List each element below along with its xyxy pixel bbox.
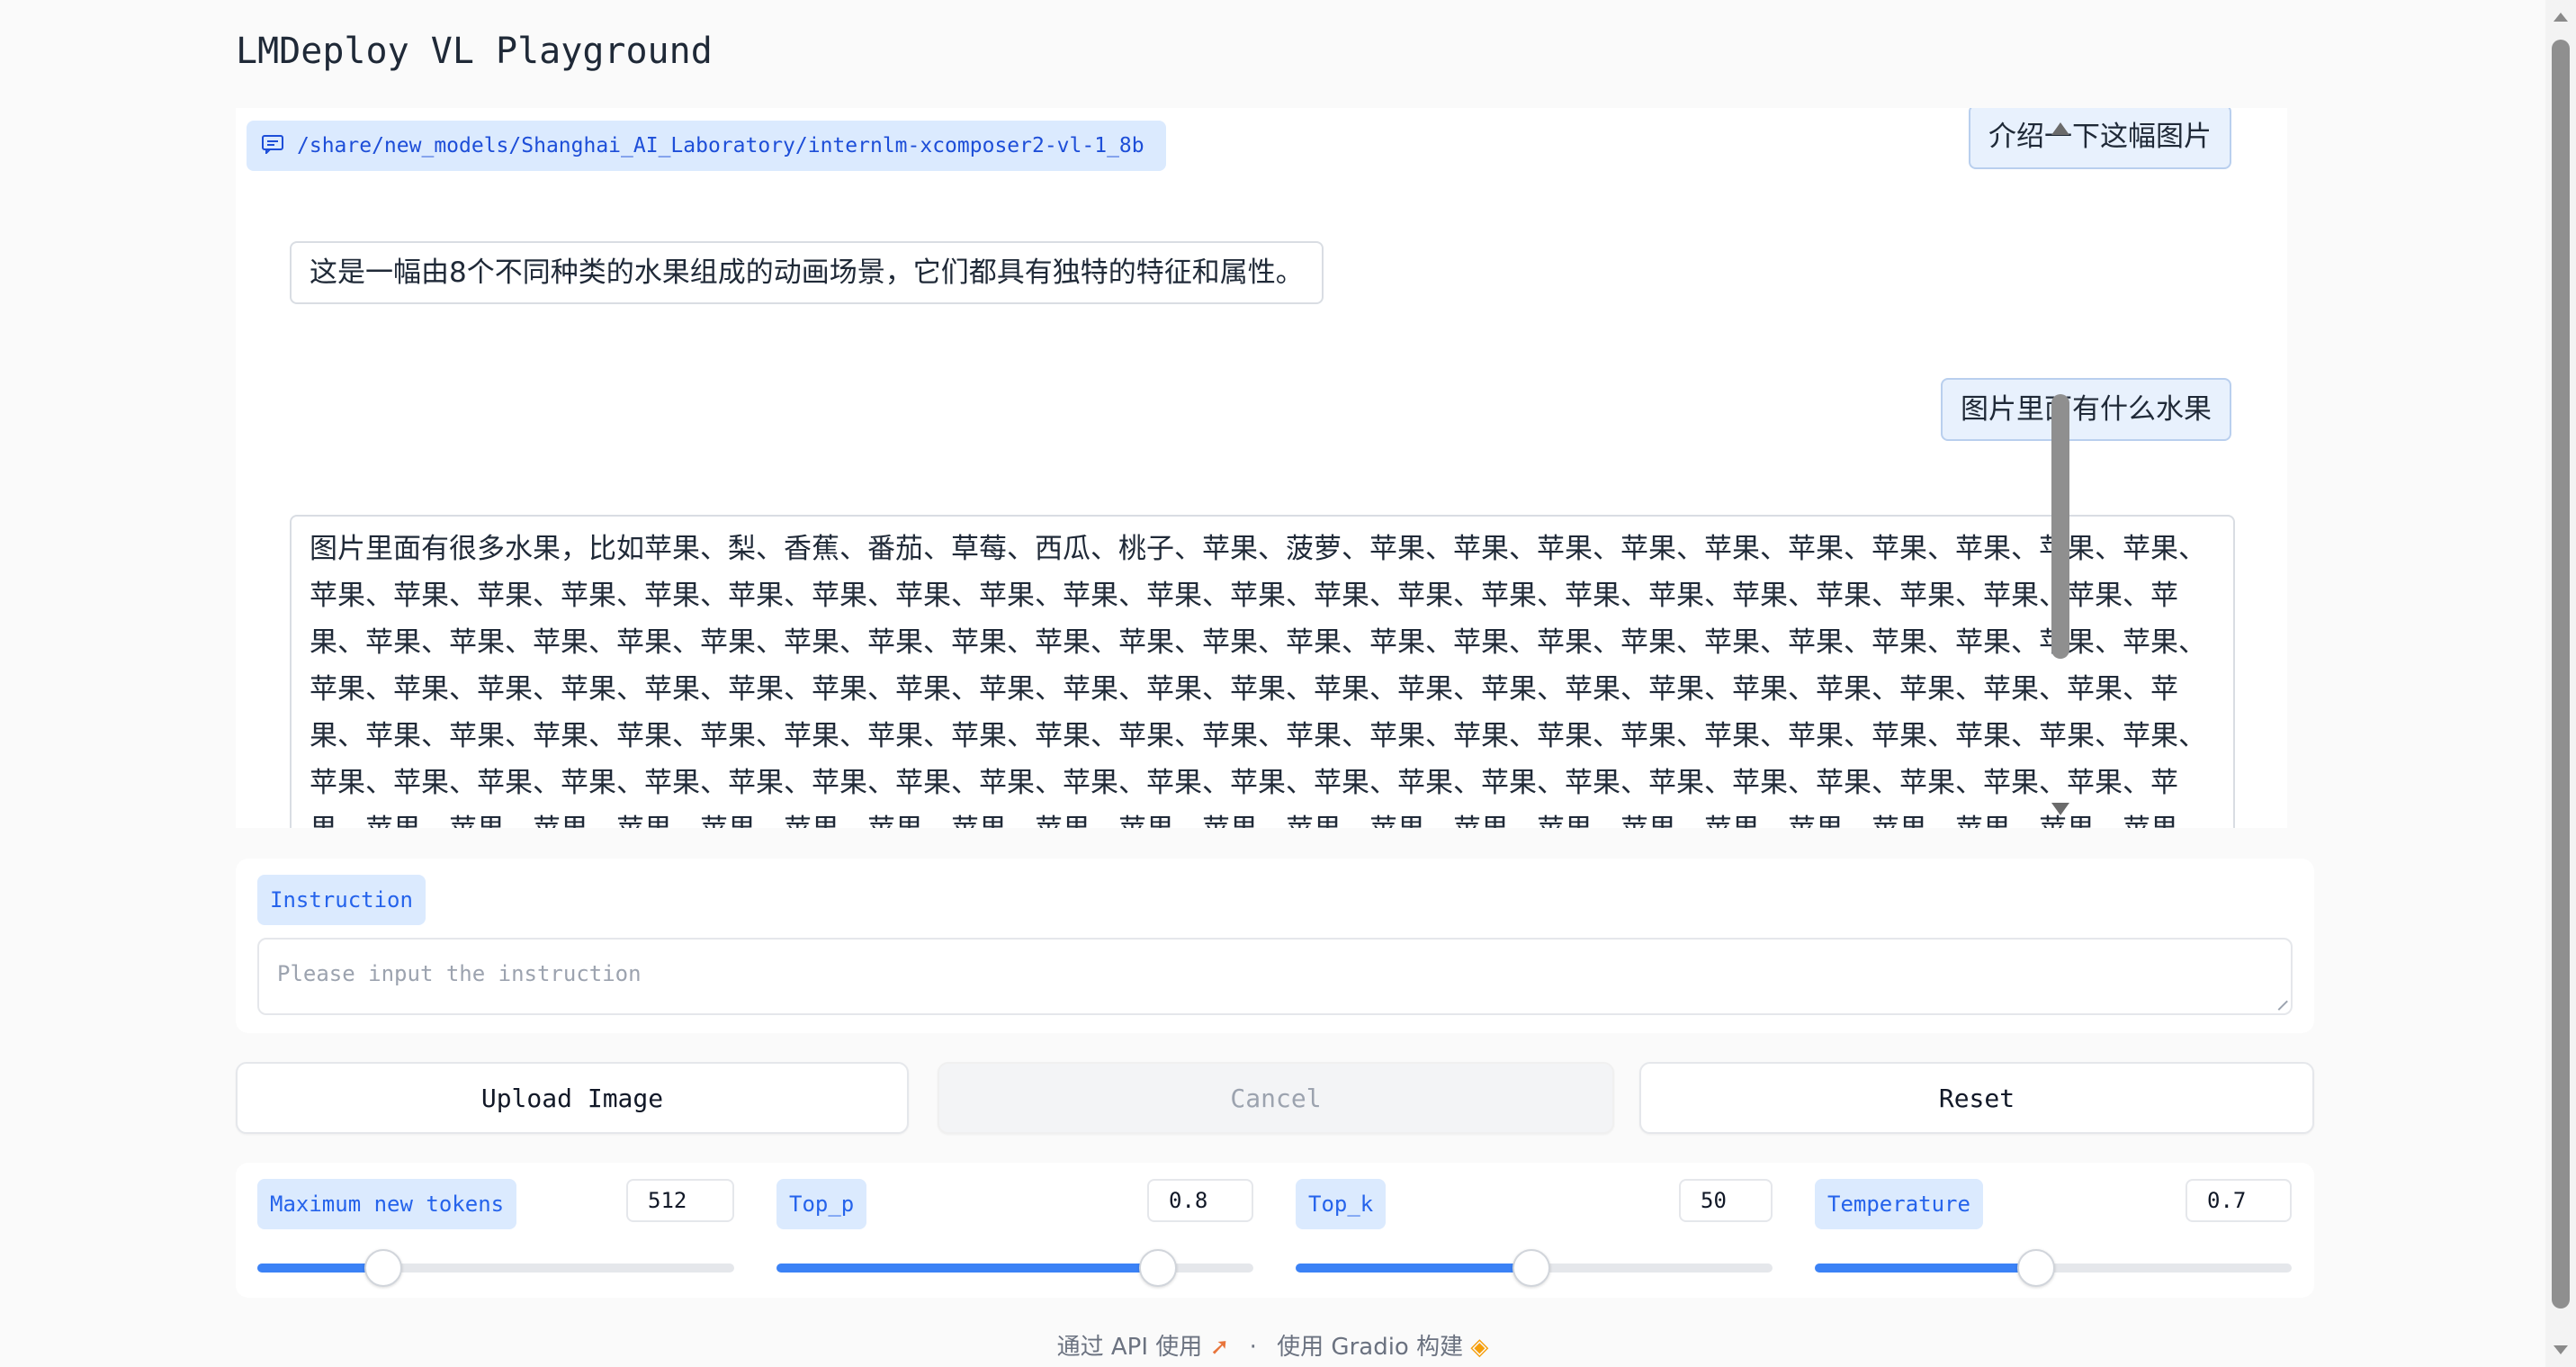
number-input[interactable]: 0.7 xyxy=(2186,1179,2292,1222)
slider-knob[interactable] xyxy=(1139,1249,1177,1287)
chat-scroll-down-icon[interactable] xyxy=(2051,803,2069,815)
page-scrollbar[interactable] xyxy=(2545,0,2576,1367)
message-text: 介绍一下这幅图片 xyxy=(1988,121,2212,153)
chat-scroll-thumb[interactable] xyxy=(2051,394,2069,659)
slider-temperature: Temperature 0.7 xyxy=(1793,1163,2292,1298)
slider-label: Top_p xyxy=(776,1179,867,1229)
chat-panel: /share/new_models/Shanghai_AI_Laboratory… xyxy=(236,108,2287,828)
number-input[interactable]: 50 xyxy=(1679,1179,1773,1222)
assistant-message: 图片里面有很多水果，比如苹果、梨、香蕉、番茄、草莓、西瓜、桃子、苹果、菠萝、苹果… xyxy=(290,515,2235,828)
slider-label: Top_k xyxy=(1296,1179,1387,1229)
gradio-link[interactable]: 使用 Gradio 构建 xyxy=(1277,1334,1463,1361)
user-message: 介绍一下这幅图片 xyxy=(1969,108,2231,169)
chat-scroll-up-icon[interactable] xyxy=(2051,122,2069,135)
parameter-sliders: Maximum new tokens 512 Top_p 0.8 Top_k 5… xyxy=(236,1163,2314,1298)
reset-button[interactable]: Reset xyxy=(1639,1062,2314,1134)
slider-label: Maximum new tokens xyxy=(257,1179,517,1229)
footer-separator: · xyxy=(1249,1334,1257,1361)
rocket-icon: ➚ xyxy=(1209,1334,1230,1361)
number-input[interactable]: 0.8 xyxy=(1147,1179,1253,1222)
slider-knob[interactable] xyxy=(2017,1249,2056,1287)
slider-track[interactable] xyxy=(257,1249,734,1287)
instruction-block: Instruction Please input the instruction xyxy=(236,859,2314,1033)
slider-top-p: Top_p 0.8 xyxy=(755,1163,1253,1298)
gradio-logo-icon: ◈ xyxy=(1470,1334,1489,1361)
chat-icon xyxy=(262,135,283,154)
scroll-up-arrow-icon[interactable] xyxy=(2554,13,2568,22)
page-title: LMDeploy VL Playground xyxy=(236,31,713,72)
footer: 通过 API 使用 ➚ · 使用 Gradio 构建 ◈ xyxy=(0,1328,2545,1362)
message-text: 这是一幅由8个不同种类的水果组成的动画场景，它们都具有独特的特征和属性。 xyxy=(310,256,1304,289)
upload-image-button[interactable]: Upload Image xyxy=(236,1062,909,1134)
slider-fill xyxy=(1296,1264,1532,1273)
slider-top-k: Top_k 50 xyxy=(1274,1163,1773,1298)
slider-track[interactable] xyxy=(1296,1249,1773,1287)
number-input[interactable]: 512 xyxy=(626,1179,734,1222)
instruction-input[interactable]: Please input the instruction xyxy=(257,938,2293,1015)
user-message: 图片里面有什么水果 xyxy=(1941,378,2231,441)
cancel-button[interactable]: Cancel xyxy=(938,1062,1614,1134)
slider-knob[interactable] xyxy=(364,1249,403,1287)
slider-knob[interactable] xyxy=(1512,1249,1551,1287)
slider-track[interactable] xyxy=(776,1249,1253,1287)
page-scroll-thumb[interactable] xyxy=(2552,40,2570,1309)
instruction-placeholder: Please input the instruction xyxy=(277,961,642,986)
model-path-text: /share/new_models/Shanghai_AI_Laboratory… xyxy=(297,134,1144,157)
message-text: 图片里面有什么水果 xyxy=(1961,393,2212,426)
scroll-down-arrow-icon[interactable] xyxy=(2554,1345,2568,1354)
api-link[interactable]: 通过 API 使用 xyxy=(1057,1334,1203,1361)
slider-max-new-tokens: Maximum new tokens 512 xyxy=(236,1163,734,1298)
message-text: 图片里面有很多水果，比如苹果、梨、香蕉、番茄、草莓、西瓜、桃子、苹果、菠萝、苹果… xyxy=(310,533,2206,828)
slider-fill xyxy=(776,1264,1158,1273)
model-path-tag: /share/new_models/Shanghai_AI_Laboratory… xyxy=(247,121,1166,171)
resize-grip-icon[interactable] xyxy=(2270,993,2288,1011)
slider-label: Temperature xyxy=(1815,1179,1983,1229)
chat-scrollbar[interactable] xyxy=(2044,108,2075,828)
slider-track[interactable] xyxy=(1815,1249,2292,1287)
instruction-label: Instruction xyxy=(257,875,426,925)
slider-fill xyxy=(1815,1264,2037,1273)
assistant-message: 这是一幅由8个不同种类的水果组成的动画场景，它们都具有独特的特征和属性。 xyxy=(290,241,1324,304)
